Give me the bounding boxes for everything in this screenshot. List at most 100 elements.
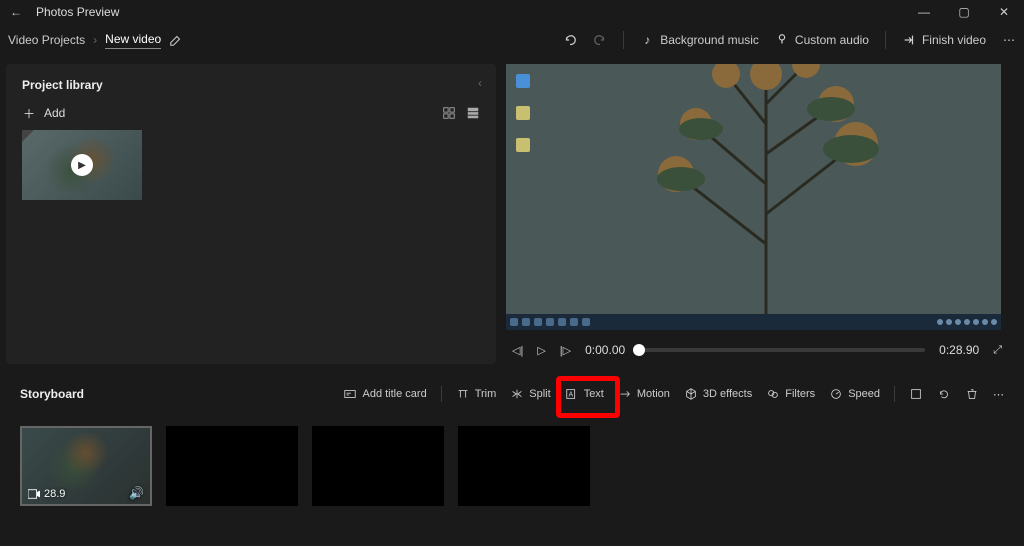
list-view-button[interactable]	[466, 106, 480, 120]
taskbar	[506, 314, 1001, 330]
audio-icon	[775, 33, 789, 47]
play-overlay-icon: ▶	[71, 154, 93, 176]
library-title: Project library	[22, 78, 480, 92]
add-title-card-button[interactable]: Add title card	[343, 387, 426, 401]
seek-slider[interactable]	[639, 348, 925, 352]
minimize-button[interactable]: —	[904, 5, 944, 19]
next-frame-button[interactable]: |▷	[560, 344, 571, 357]
desktop-icon	[516, 138, 530, 152]
current-time: 0:00.00	[585, 343, 625, 357]
background-music-label: Background music	[660, 33, 759, 47]
motion-button[interactable]: Motion	[618, 387, 670, 401]
redo-button[interactable]	[593, 33, 607, 47]
list-icon	[466, 106, 480, 120]
desktop-icon	[516, 74, 530, 88]
storyboard-clip[interactable]	[166, 426, 298, 506]
ellipsis-icon: ⋯	[1002, 33, 1016, 47]
split-icon	[510, 387, 524, 401]
trash-icon	[965, 387, 979, 401]
duration: 0:28.90	[939, 343, 979, 357]
rename-button[interactable]	[169, 33, 183, 47]
storyboard-toolbar: Storyboard Add title card Trim Split A T…	[20, 380, 1004, 408]
storyboard-title: Storyboard	[20, 387, 84, 401]
speed-icon	[829, 387, 843, 401]
expand-icon: ⤢	[993, 344, 1002, 357]
trim-icon	[456, 387, 470, 401]
export-icon	[902, 33, 916, 47]
back-button[interactable]: ←	[0, 5, 32, 19]
text-button[interactable]: A Text	[565, 387, 604, 401]
storyboard-panel: Storyboard Add title card Trim Split A T…	[0, 370, 1024, 512]
custom-audio-label: Custom audio	[795, 33, 869, 47]
add-media-button[interactable]: ＋ Add	[22, 106, 65, 120]
video-icon	[28, 489, 40, 499]
library-item[interactable]: ▶	[22, 130, 142, 200]
header-tools: ♪ Background music Custom audio Finish v…	[563, 31, 1016, 49]
more-button[interactable]: ⋯	[1002, 33, 1016, 47]
chevron-right-icon: ›	[93, 33, 97, 47]
arrow-left-icon: ←	[9, 5, 23, 19]
split-button[interactable]: Split	[510, 387, 550, 401]
3d-effects-button[interactable]: 3D effects	[684, 387, 752, 401]
play-button[interactable]: ▷	[537, 344, 545, 357]
prev-frame-button[interactable]: ◁|	[512, 344, 523, 357]
storyboard-clip[interactable]	[458, 426, 590, 506]
more-actions-button[interactable]: ⋯	[993, 388, 1004, 401]
text-icon: A	[565, 387, 579, 401]
step-back-icon: ◁|	[512, 344, 523, 357]
music-icon: ♪	[640, 33, 654, 47]
breadcrumb-current[interactable]: New video	[105, 32, 161, 49]
preview-panel: ◁| ▷ |▷ 0:00.00 0:28.90 ⤢	[506, 64, 1024, 370]
motion-icon	[618, 387, 632, 401]
speaker-icon: 🔊	[129, 486, 144, 500]
filters-icon	[766, 387, 780, 401]
titlebar: ← Photos Preview — ▢ ✕	[0, 0, 1024, 24]
step-forward-icon: |▷	[560, 344, 571, 357]
project-library-panel: Project library ‹ ＋ Add ▶	[6, 64, 496, 364]
svg-text:A: A	[568, 392, 573, 399]
storyboard-clip[interactable]	[312, 426, 444, 506]
clip-duration: 28.9	[44, 488, 65, 500]
clip-volume-button[interactable]: 🔊	[129, 486, 144, 500]
breadcrumb-root[interactable]: Video Projects	[8, 33, 85, 47]
undo-icon	[563, 33, 577, 47]
ellipsis-icon: ⋯	[993, 388, 1004, 401]
seek-knob[interactable]	[633, 344, 645, 356]
app-title: Photos Preview	[32, 5, 119, 19]
collapse-button[interactable]: ‹	[478, 76, 482, 90]
chevron-left-icon: ‹	[478, 76, 482, 90]
grid-view-button[interactable]	[442, 106, 456, 120]
background-music-button[interactable]: ♪ Background music	[640, 33, 759, 47]
cube-icon	[684, 387, 698, 401]
close-button[interactable]: ✕	[984, 5, 1024, 19]
filters-button[interactable]: Filters	[766, 387, 815, 401]
title-card-icon	[343, 387, 357, 401]
window-controls: — ▢ ✕	[904, 5, 1024, 19]
plus-icon: ＋	[22, 106, 36, 120]
finish-video-label: Finish video	[922, 33, 986, 47]
speed-button[interactable]: Speed	[829, 387, 880, 401]
delete-button[interactable]	[965, 387, 979, 401]
play-icon: ▷	[537, 344, 545, 357]
storyboard-clip[interactable]: 28.9 🔊	[20, 426, 152, 506]
main-content: Project library ‹ ＋ Add ▶	[0, 56, 1024, 370]
fullscreen-button[interactable]: ⤢	[993, 344, 1002, 357]
video-preview[interactable]	[506, 64, 1001, 330]
trim-button[interactable]: Trim	[456, 387, 497, 401]
resize-button[interactable]	[909, 387, 923, 401]
crop-icon	[909, 387, 923, 401]
preview-image	[596, 64, 936, 314]
pencil-icon	[169, 33, 183, 47]
custom-audio-button[interactable]: Custom audio	[775, 33, 869, 47]
rotate-icon	[937, 387, 951, 401]
redo-icon	[593, 33, 607, 47]
add-label: Add	[44, 106, 65, 120]
rotate-button[interactable]	[937, 387, 951, 401]
maximize-button[interactable]: ▢	[944, 5, 984, 19]
header-toolbar: Video Projects › New video ♪ Background …	[0, 24, 1024, 56]
playback-controls: ◁| ▷ |▷ 0:00.00 0:28.90 ⤢	[506, 330, 1008, 370]
desktop-icon	[516, 106, 530, 120]
breadcrumb: Video Projects › New video	[8, 32, 161, 49]
finish-video-button[interactable]: Finish video	[902, 33, 986, 47]
undo-button[interactable]	[563, 33, 577, 47]
